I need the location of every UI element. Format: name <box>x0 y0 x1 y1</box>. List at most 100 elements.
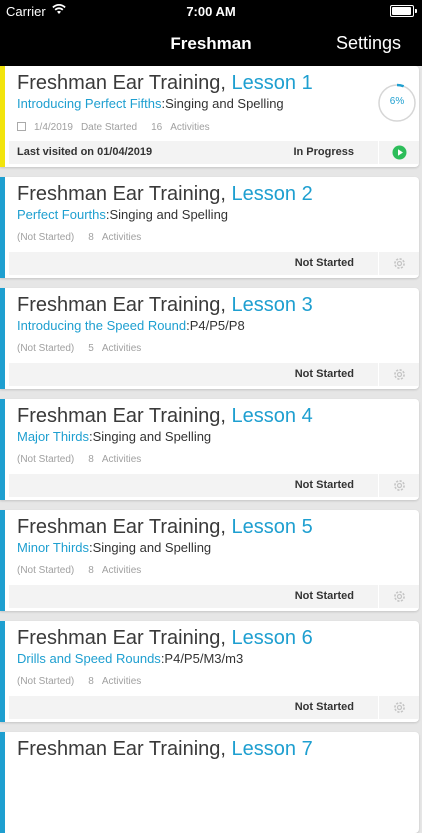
gear-icon[interactable] <box>392 700 407 715</box>
lesson-accent-bar <box>0 288 5 389</box>
settings-button[interactable]: Settings <box>336 33 401 54</box>
lesson-topic: Perfect Fourths <box>17 207 106 222</box>
course-name: Freshman Ear Training, <box>17 516 232 538</box>
lesson-subtitle: Introducing Perfect Fifths:Singing and S… <box>17 96 284 111</box>
course-name: Freshman Ear Training, <box>17 72 232 94</box>
not-started-label: (Not Started) <box>17 565 75 576</box>
lesson-title: Freshman Ear Training, Lesson 1 <box>17 72 313 95</box>
not-started-label: (Not Started) <box>17 454 75 465</box>
lesson-footer: Not Started <box>9 363 419 386</box>
lesson-topic: Minor Thirds <box>17 540 90 555</box>
lesson-topic-detail: :Singing and Spelling <box>161 96 284 111</box>
lesson-meta: (Not Started) 8 Activities <box>17 454 149 465</box>
gear-icon[interactable] <box>392 478 407 493</box>
lesson-footer: Not Started <box>9 696 419 719</box>
lesson-topic: Drills and Speed Rounds <box>17 651 161 666</box>
course-name: Freshman Ear Training, <box>17 183 232 205</box>
lesson-card[interactable]: Freshman Ear Training, Lesson 3 Introduc… <box>0 288 419 389</box>
gear-icon[interactable] <box>392 256 407 271</box>
footer-divider <box>378 585 379 608</box>
lesson-number: Lesson 4 <box>231 405 313 427</box>
lesson-meta: (Not Started) 8 Activities <box>17 676 149 687</box>
activities-count: 8 <box>88 565 94 576</box>
date-started-value: 1/4/2019 <box>34 122 73 133</box>
lesson-footer: Not Started <box>9 252 419 275</box>
clock: 7:00 AM <box>186 4 236 19</box>
lesson-accent-bar <box>0 732 5 833</box>
lesson-card[interactable]: Freshman Ear Training, Lesson 5 Minor Th… <box>0 510 419 611</box>
lesson-status: Not Started <box>294 368 354 380</box>
footer-divider <box>378 474 379 497</box>
lesson-subtitle: Minor Thirds:Singing and Spelling <box>17 540 211 555</box>
lesson-topic-detail: :Singing and Spelling <box>105 207 229 222</box>
lesson-number: Lesson 7 <box>231 738 313 760</box>
lesson-topic-detail: :Singing and Spelling <box>89 429 212 444</box>
lesson-number: Lesson 2 <box>231 183 313 205</box>
not-started-label: (Not Started) <box>17 676 75 687</box>
progress-ring: 6% <box>377 83 417 123</box>
footer-divider <box>378 141 379 164</box>
activities-label: Activities <box>101 343 142 354</box>
lesson-status: Not Started <box>294 479 354 491</box>
lesson-topic: Introducing Perfect Fifths <box>17 96 162 111</box>
lesson-footer: Last visited on 01/04/2019 In Progress <box>9 141 419 164</box>
activities-count: 8 <box>88 232 94 243</box>
activities-label: Activities <box>101 232 142 243</box>
lesson-accent-bar <box>0 621 5 722</box>
lesson-subtitle: Drills and Speed Rounds:P4/P5/M3/m3 <box>17 651 243 666</box>
lesson-title: Freshman Ear Training, Lesson 2 <box>17 183 313 206</box>
lesson-accent-bar <box>0 66 5 167</box>
lesson-title: Freshman Ear Training, Lesson 5 <box>17 516 313 539</box>
course-name: Freshman Ear Training, <box>17 294 232 316</box>
activities-label: Activities <box>101 676 142 687</box>
calendar-icon <box>17 122 26 131</box>
lesson-status: Not Started <box>294 257 354 269</box>
gear-icon[interactable] <box>392 589 407 604</box>
course-name: Freshman Ear Training, <box>17 627 232 649</box>
date-started-label: Date Started <box>80 122 138 133</box>
activities-count: 16 <box>151 122 163 133</box>
last-visited: Last visited on 01/04/2019 <box>17 146 153 158</box>
lesson-subtitle: Major Thirds:Singing and Spelling <box>17 429 211 444</box>
progress-percent: 6% <box>389 96 405 107</box>
course-name: Freshman Ear Training, <box>17 738 232 760</box>
lesson-footer: Not Started <box>9 585 419 608</box>
lesson-accent-bar <box>0 510 5 611</box>
lesson-card[interactable]: Freshman Ear Training, Lesson 7 <box>0 732 419 833</box>
lesson-meta: (Not Started) 5 Activities <box>17 343 149 354</box>
lesson-accent-bar <box>0 177 5 278</box>
battery-icon <box>390 5 417 17</box>
lesson-accent-bar <box>0 399 5 500</box>
lesson-subtitle: Perfect Fourths:Singing and Spelling <box>17 207 228 222</box>
status-bar: Carrier 7:00 AM <box>0 0 422 22</box>
course-name: Freshman Ear Training, <box>17 405 232 427</box>
lesson-footer: Not Started <box>9 474 419 497</box>
lesson-topic-detail: :P4/P5/P8 <box>186 318 245 333</box>
footer-divider <box>378 363 379 386</box>
lesson-meta: 1/4/2019 Date Started 16 Activities <box>17 121 218 133</box>
footer-divider <box>378 252 379 275</box>
activities-label: Activities <box>170 122 210 133</box>
activities-label: Activities <box>101 565 142 576</box>
lesson-number: Lesson 1 <box>231 72 313 94</box>
lesson-topic: Major Thirds <box>17 429 90 444</box>
lesson-title: Freshman Ear Training, Lesson 4 <box>17 405 313 428</box>
play-icon[interactable] <box>392 145 407 160</box>
lesson-topic: Introducing the Speed Round <box>17 318 187 333</box>
lesson-meta: (Not Started) 8 Activities <box>17 232 149 243</box>
lesson-number: Lesson 5 <box>231 516 313 538</box>
activities-label: Activities <box>101 454 142 465</box>
lesson-card[interactable]: Freshman Ear Training, Lesson 4 Major Th… <box>0 399 419 500</box>
lesson-card[interactable]: Freshman Ear Training, Lesson 2 Perfect … <box>0 177 419 278</box>
activities-count: 5 <box>88 343 94 354</box>
lesson-card[interactable]: Freshman Ear Training, Lesson 1 Introduc… <box>0 66 419 167</box>
activities-count: 8 <box>88 454 94 465</box>
lesson-card[interactable]: Freshman Ear Training, Lesson 6 Drills a… <box>0 621 419 722</box>
lesson-meta: (Not Started) 8 Activities <box>17 565 149 576</box>
lesson-title: Freshman Ear Training, Lesson 3 <box>17 294 313 317</box>
lesson-status: Not Started <box>294 590 354 602</box>
gear-icon[interactable] <box>392 367 407 382</box>
lesson-topic-detail: :P4/P5/M3/m3 <box>160 651 244 666</box>
not-started-label: (Not Started) <box>17 232 75 243</box>
nav-bar: Freshman Settings <box>0 22 422 66</box>
